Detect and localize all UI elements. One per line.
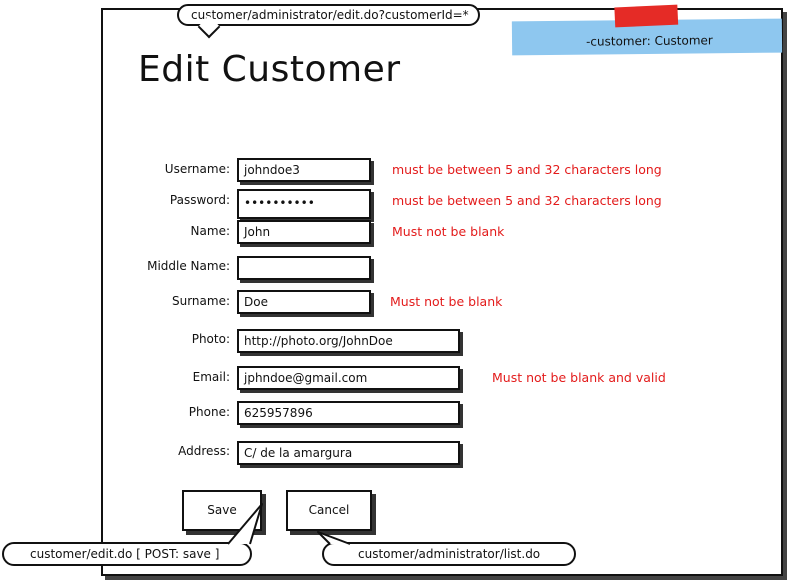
page-title: Edit Customer (138, 49, 401, 90)
surname-input[interactable]: Doe (237, 290, 371, 314)
url-annotation-text: customer/administrator/edit.do?customerI… (191, 8, 469, 22)
sticky-note-label: -customer: Customer (585, 33, 713, 49)
email-input[interactable]: jphndoe@gmail.com (237, 366, 460, 390)
password-error: must be between 5 and 32 characters long (392, 193, 662, 208)
middle-name-label: Middle Name: (147, 259, 230, 273)
name-error: Must not be blank (392, 224, 505, 239)
address-label: Address: (178, 444, 230, 458)
password-label: Password: (169, 193, 230, 207)
cancel-action-annotation-text: customer/administrator/list.do (358, 547, 541, 561)
email-label: Email: (192, 370, 230, 384)
phone-label: Phone: (188, 405, 230, 419)
password-input[interactable]: •••••••••• (237, 189, 371, 219)
username-input[interactable]: johndoe3 (237, 158, 371, 182)
email-error: Must not be blank and valid (492, 370, 666, 385)
cancel-button[interactable]: Cancel (286, 490, 372, 531)
surname-label: Surname: (171, 294, 230, 308)
username-label: Username: (164, 162, 230, 176)
address-input[interactable]: C/ de la amargura (237, 441, 460, 465)
url-annotation: customer/administrator/edit.do?customerI… (177, 4, 480, 39)
cancel-action-annotation: customer/administrator/list.do (322, 542, 576, 566)
middle-name-input[interactable] (237, 256, 371, 280)
phone-input[interactable]: 625957896 (237, 401, 460, 425)
surname-error: Must not be blank (390, 294, 503, 309)
username-error: must be between 5 and 32 characters long (392, 162, 662, 177)
name-label: Name: (190, 224, 230, 238)
save-button[interactable]: Save (182, 490, 262, 531)
model-sticky-note: -customer: Customer (511, 4, 783, 56)
save-action-annotation-text: customer/edit.do [ POST: save ] (30, 547, 220, 561)
save-action-annotation: customer/edit.do [ POST: save ] (2, 542, 252, 566)
name-input[interactable]: John (237, 220, 371, 244)
photo-input[interactable]: http://photo.org/JohnDoe (237, 329, 460, 353)
photo-label: Photo: (191, 332, 230, 346)
sticky-tape (614, 4, 679, 28)
